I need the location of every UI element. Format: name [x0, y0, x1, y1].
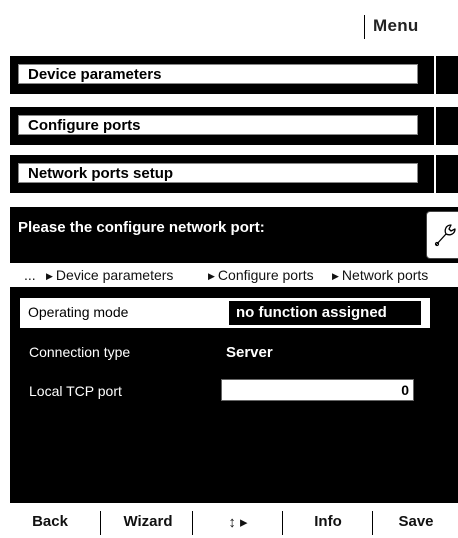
- local-tcp-port-input[interactable]: 0: [221, 379, 414, 401]
- navigate-button[interactable]: ↕ ▸: [208, 513, 268, 531]
- triangle-right-icon: ▶: [208, 271, 215, 281]
- breadcrumb-item[interactable]: ▶ Device parameters: [46, 263, 173, 288]
- panel-prompt: Please the configure network port:: [18, 219, 265, 236]
- nav-item-label: Configure ports: [17, 114, 419, 136]
- config-panel: Please the configure network port: ... ▶…: [10, 207, 458, 503]
- field-connection-type[interactable]: Connection type Server: [10, 338, 458, 368]
- divider: [434, 155, 436, 193]
- triangle-right-icon: ▶: [46, 271, 53, 281]
- divider: [192, 511, 193, 535]
- breadcrumb-label: Network ports: [341, 267, 429, 283]
- nav-item-label: Device parameters: [17, 63, 419, 85]
- divider: [434, 56, 436, 94]
- field-label: Local TCP port: [29, 383, 122, 399]
- breadcrumb-item[interactable]: ▶ Network ports: [332, 263, 428, 288]
- divider: [282, 511, 283, 535]
- breadcrumb-label: Configure ports: [217, 267, 314, 283]
- nav-item-network-ports-setup[interactable]: Network ports setup: [10, 155, 458, 193]
- back-button[interactable]: Back: [20, 513, 80, 530]
- field-label: Operating mode: [28, 304, 129, 320]
- settings-button[interactable]: [426, 211, 458, 259]
- softkey-bar: Back Wizard ↕ ▸ Info Save: [0, 503, 458, 538]
- connection-type-value[interactable]: Server: [226, 344, 273, 361]
- top-bar: Menu: [0, 0, 458, 52]
- divider: [434, 107, 436, 145]
- wizard-button[interactable]: Wizard: [110, 513, 186, 530]
- field-operating-mode[interactable]: Operating mode no function assigned: [20, 298, 430, 328]
- divider: [372, 511, 373, 535]
- field-label: Connection type: [29, 344, 131, 360]
- breadcrumb-label: Device parameters: [55, 267, 174, 283]
- info-button[interactable]: Info: [298, 513, 358, 530]
- field-local-tcp-port[interactable]: Local TCP port 0: [10, 377, 458, 407]
- save-button[interactable]: Save: [386, 513, 446, 530]
- breadcrumb: ... ▶ Device parameters ▶ Configure ports …: [10, 263, 458, 287]
- nav-item-device-parameters[interactable]: Device parameters: [10, 56, 458, 94]
- nav-item-configure-ports[interactable]: Configure ports: [10, 107, 458, 145]
- breadcrumb-ellipsis[interactable]: ...: [24, 263, 36, 287]
- divider: [100, 511, 101, 535]
- nav-item-label: Network ports setup: [17, 162, 419, 184]
- triangle-right-icon: ▶: [332, 271, 339, 281]
- wrench-icon: [434, 224, 456, 247]
- operating-mode-select[interactable]: no function assigned: [229, 301, 421, 325]
- divider: [364, 15, 365, 39]
- menu-button[interactable]: Menu: [373, 16, 453, 38]
- breadcrumb-item[interactable]: ▶ Configure ports: [208, 263, 314, 288]
